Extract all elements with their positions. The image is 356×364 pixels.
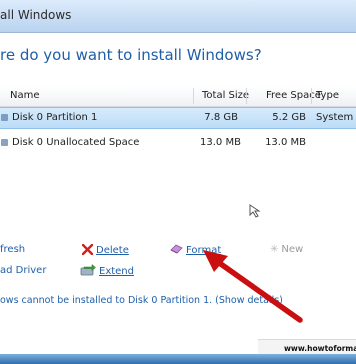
column-divider — [311, 88, 312, 104]
column-header-free-space[interactable]: Free Space — [266, 90, 321, 101]
partition-total-size: 13.0 MB — [200, 137, 241, 148]
partition-total-size: 7.8 GB — [204, 112, 238, 123]
page-title: re do you want to install Windows? — [0, 46, 262, 64]
load-driver-label: ad Driver — [0, 265, 47, 276]
new-button[interactable]: ✳ New — [270, 244, 303, 255]
partition-free-space: 13.0 MB — [265, 137, 306, 148]
mouse-cursor-icon — [249, 204, 261, 218]
install-warning-message[interactable]: ows cannot be installed to Disk 0 Partit… — [0, 295, 283, 306]
extend-label: Extend — [99, 266, 134, 277]
extend-disk-icon — [80, 263, 96, 276]
delete-label: Delete — [96, 245, 129, 256]
partition-name: Disk 0 Partition 1 — [12, 112, 98, 123]
refresh-label: fresh — [0, 244, 26, 255]
refresh-button[interactable]: fresh — [0, 244, 25, 255]
column-header-total-size[interactable]: Total Size — [202, 90, 249, 101]
partition-name: Disk 0 Unallocated Space — [12, 137, 140, 148]
partition-row[interactable]: Disk 0 Unallocated Space 13.0 MB 13.0 MB — [0, 133, 356, 153]
sparkle-icon: ✳ — [270, 244, 279, 255]
delete-x-icon — [81, 243, 94, 256]
extend-button[interactable]: Extend — [80, 263, 134, 277]
format-label: Format — [186, 245, 222, 256]
column-header-name[interactable]: Name — [10, 90, 40, 101]
disk-icon — [1, 139, 8, 146]
eraser-icon — [170, 244, 183, 254]
delete-button[interactable]: Delete — [81, 243, 129, 256]
column-header-type[interactable]: Type — [316, 90, 339, 101]
partition-row-selected[interactable]: Disk 0 Partition 1 7.8 GB 5.2 GB System — [0, 107, 356, 129]
window-title: all Windows — [0, 8, 72, 22]
partition-type: System — [316, 112, 354, 123]
partition-free-space: 5.2 GB — [272, 112, 306, 123]
column-divider — [193, 88, 194, 104]
load-driver-button[interactable]: ad Driver — [0, 265, 46, 276]
format-button[interactable]: Format — [170, 244, 221, 256]
column-divider — [246, 88, 247, 104]
new-label: New — [281, 244, 304, 255]
title-bar: all Windows — [0, 0, 356, 33]
disk-icon — [1, 114, 8, 121]
bottom-taskbar — [0, 354, 356, 364]
partition-table-header: Name Total Size Free Space Type — [0, 86, 356, 107]
